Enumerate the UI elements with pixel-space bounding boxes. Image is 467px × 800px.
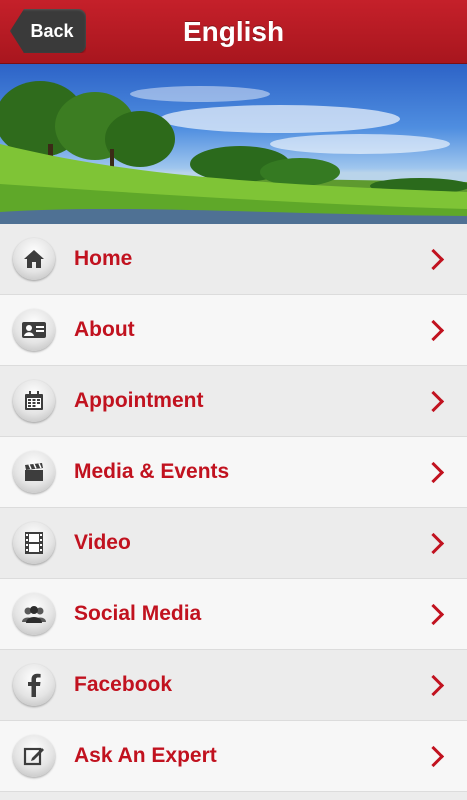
menu-item-label: About xyxy=(74,318,135,341)
menu-item-label: Facebook xyxy=(74,673,173,696)
menu-item-appointment[interactable]: Appointment xyxy=(0,366,467,437)
menu-item-label: Home xyxy=(74,247,133,270)
main-menu: Home About Appointment Media & Events Vi… xyxy=(0,224,467,792)
chevron-right-icon xyxy=(422,603,445,625)
menu-item-label: Video xyxy=(74,531,131,554)
menu-item-video[interactable]: Video xyxy=(0,508,467,579)
home-icon xyxy=(13,238,55,280)
edit-icon xyxy=(13,735,55,777)
clapperboard-icon xyxy=(13,451,55,493)
menu-item-ask-an-expert[interactable]: Ask An Expert xyxy=(0,721,467,792)
calendar-icon xyxy=(13,380,55,422)
menu-item-social-media[interactable]: Social Media xyxy=(0,579,467,650)
navigation-bar: Back English xyxy=(0,0,467,64)
menu-item-home[interactable]: Home xyxy=(0,224,467,295)
chevron-right-icon xyxy=(422,248,445,270)
chevron-right-icon xyxy=(422,745,445,767)
chevron-right-icon xyxy=(422,319,445,341)
chevron-right-icon xyxy=(422,674,445,696)
facebook-icon xyxy=(13,664,55,706)
chevron-right-icon xyxy=(422,390,445,412)
film-icon xyxy=(13,522,55,564)
people-icon xyxy=(13,593,55,635)
menu-item-facebook[interactable]: Facebook xyxy=(0,650,467,721)
menu-item-about[interactable]: About xyxy=(0,295,467,366)
back-button[interactable]: Back xyxy=(10,9,86,53)
header-banner-image xyxy=(0,64,467,224)
menu-item-media-events[interactable]: Media & Events xyxy=(0,437,467,508)
menu-item-label: Ask An Expert xyxy=(74,744,217,767)
menu-item-label: Media & Events xyxy=(74,460,230,483)
menu-item-label: Appointment xyxy=(74,389,204,412)
page-title: English xyxy=(182,15,285,47)
chevron-right-icon xyxy=(422,461,445,483)
id-card-icon xyxy=(13,309,55,351)
menu-item-label: Social Media xyxy=(74,602,202,625)
chevron-right-icon xyxy=(422,532,445,554)
